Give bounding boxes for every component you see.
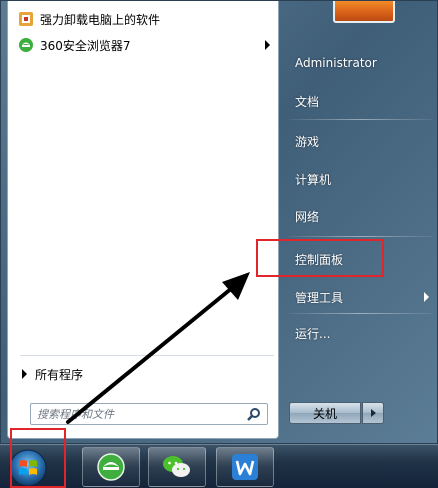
right-item-run[interactable]: 运行... <box>295 321 435 345</box>
right-item-label: 运行... <box>295 326 331 341</box>
all-programs-label: 所有程序 <box>35 367 84 382</box>
highlight-box-control-panel <box>256 239 384 277</box>
search-icon[interactable] <box>247 407 261 424</box>
right-item-label: 游戏 <box>295 134 320 149</box>
start-menu: 强力卸载电脑上的软件 360安全浏览器7 所有程序 搜索程序和文件 Admini… <box>0 0 438 444</box>
user-picture[interactable] <box>333 1 395 23</box>
right-item-network[interactable]: 网络 <box>295 204 435 228</box>
arrow-right-icon <box>370 409 376 417</box>
360-browser-taskbar-icon <box>97 453 125 481</box>
right-item-label: 网络 <box>295 209 320 224</box>
program-item-360-browser[interactable]: 360安全浏览器7 <box>10 33 276 57</box>
wechat-icon <box>163 456 190 477</box>
divider <box>289 236 433 237</box>
right-item-user[interactable]: Administrator <box>295 51 435 75</box>
search-input[interactable] <box>37 405 247 423</box>
start-menu-program-list: 强力卸载电脑上的软件 360安全浏览器7 所有程序 <box>7 1 279 439</box>
shutdown-options-button[interactable] <box>362 402 384 424</box>
submenu-arrow-icon <box>265 40 270 50</box>
program-item-label: 360安全浏览器7 <box>40 38 131 53</box>
right-item-label: 计算机 <box>295 172 332 187</box>
divider <box>20 355 274 356</box>
taskbar-button-360-browser[interactable] <box>82 447 140 487</box>
right-item-games[interactable]: 游戏 <box>295 129 435 153</box>
divider <box>289 119 433 120</box>
program-item-uninstaller[interactable]: 强力卸载电脑上的软件 <box>10 7 276 31</box>
taskbar-button-wps[interactable] <box>216 447 274 487</box>
right-item-documents[interactable]: 文档 <box>295 89 435 113</box>
uninstall-app-icon <box>18 11 34 27</box>
shutdown-label: 关机 <box>312 406 337 421</box>
program-item-label: 强力卸载电脑上的软件 <box>40 12 161 27</box>
right-item-label: 文档 <box>295 94 320 109</box>
360-browser-icon <box>18 37 34 53</box>
arrow-right-icon <box>22 369 27 379</box>
right-item-computer[interactable]: 计算机 <box>295 167 435 191</box>
submenu-arrow-icon <box>424 292 429 302</box>
taskbar-button-wechat[interactable] <box>148 447 206 487</box>
shutdown-button[interactable]: 关机 <box>289 402 361 424</box>
all-programs-button[interactable]: 所有程序 <box>16 363 274 385</box>
right-item-label: 管理工具 <box>295 290 344 305</box>
user-name-label: Administrator <box>295 56 377 70</box>
right-item-admin-tools[interactable]: 管理工具 <box>295 285 435 309</box>
highlight-box-start-button <box>10 428 66 488</box>
search-box <box>30 403 268 425</box>
divider <box>289 313 433 314</box>
wps-writer-icon <box>232 454 258 480</box>
